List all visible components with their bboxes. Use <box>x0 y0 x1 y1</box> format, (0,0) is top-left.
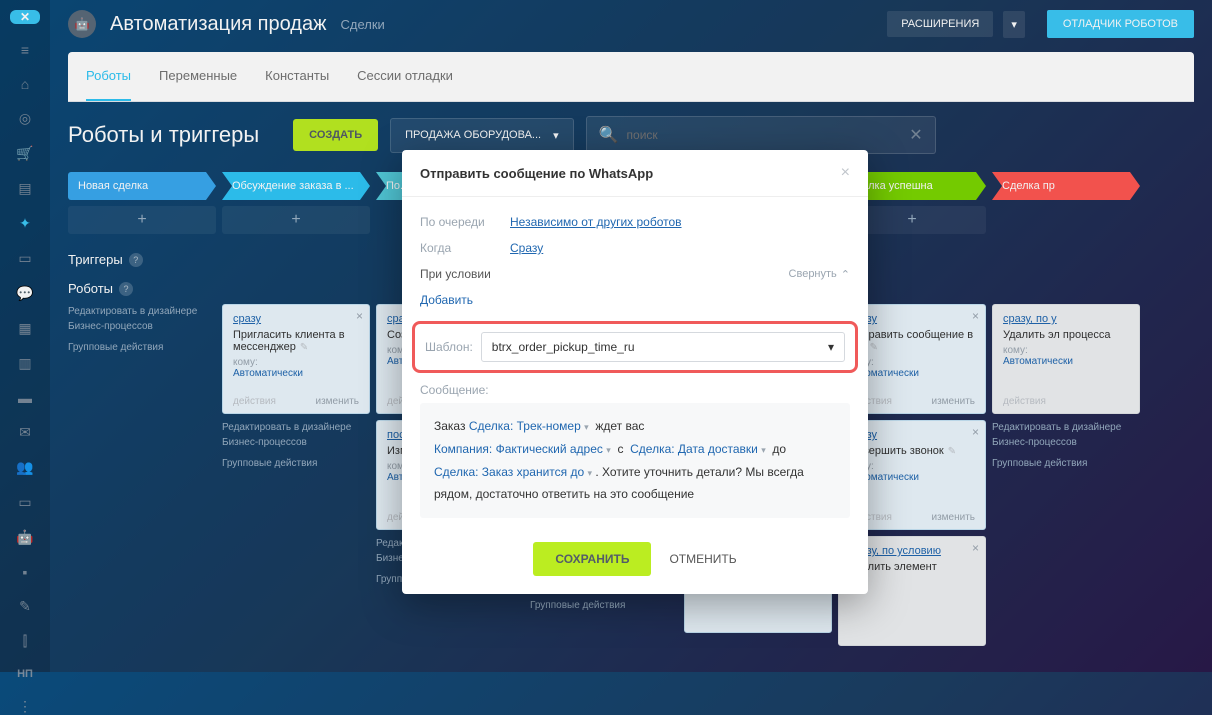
collapse-toggle[interactable]: Свернуть ⌃ <box>789 268 850 281</box>
template-label: Шаблон: <box>425 340 473 354</box>
chip-stored-until[interactable]: Сделка: Заказ хранится до ▾ <box>434 465 592 479</box>
more-icon[interactable]: ⋮ <box>16 698 34 715</box>
queue-label: По очереди <box>420 215 510 229</box>
template-field-highlight: Шаблон: btrx_order_pickup_time_ru ▾ <box>412 321 858 373</box>
help-icon[interactable]: ? <box>659 166 673 180</box>
chip-track-number[interactable]: Сделка: Трек-номер ▾ <box>469 419 589 433</box>
add-condition-link[interactable]: Добавить <box>420 287 850 317</box>
condition-label: При условии <box>420 267 491 281</box>
when-label: Когда <box>420 241 510 255</box>
modal-header: Отправить сообщение по WhatsApp ? × <box>402 150 868 197</box>
cancel-button[interactable]: ОТМЕНИТЬ <box>669 552 736 566</box>
message-editor[interactable]: Заказ Сделка: Трек-номер ▾ ждет вас Комп… <box>420 403 850 518</box>
chevron-up-icon: ⌃ <box>841 268 850 281</box>
queue-value[interactable]: Независимо от других роботов <box>510 215 682 229</box>
chip-delivery-date[interactable]: Сделка: Дата доставки ▾ <box>630 442 766 456</box>
chip-company-address[interactable]: Компания: Фактический адрес ▾ <box>434 442 611 456</box>
modal-body: По очереди Независимо от других роботов … <box>402 197 868 534</box>
modal-title: Отправить сообщение по WhatsApp <box>420 166 653 181</box>
when-value[interactable]: Сразу <box>510 241 543 255</box>
close-icon[interactable]: × <box>841 164 850 182</box>
template-select[interactable]: btrx_order_pickup_time_ru ▾ <box>481 332 845 362</box>
message-label: Сообщение: <box>420 383 850 397</box>
chevron-down-icon: ▾ <box>828 340 834 354</box>
modal-footer: СОХРАНИТЬ ОТМЕНИТЬ <box>402 534 868 594</box>
save-button[interactable]: СОХРАНИТЬ <box>533 542 651 576</box>
template-value: btrx_order_pickup_time_ru <box>492 340 635 354</box>
modal-send-whatsapp: Отправить сообщение по WhatsApp ? × По о… <box>402 150 868 594</box>
